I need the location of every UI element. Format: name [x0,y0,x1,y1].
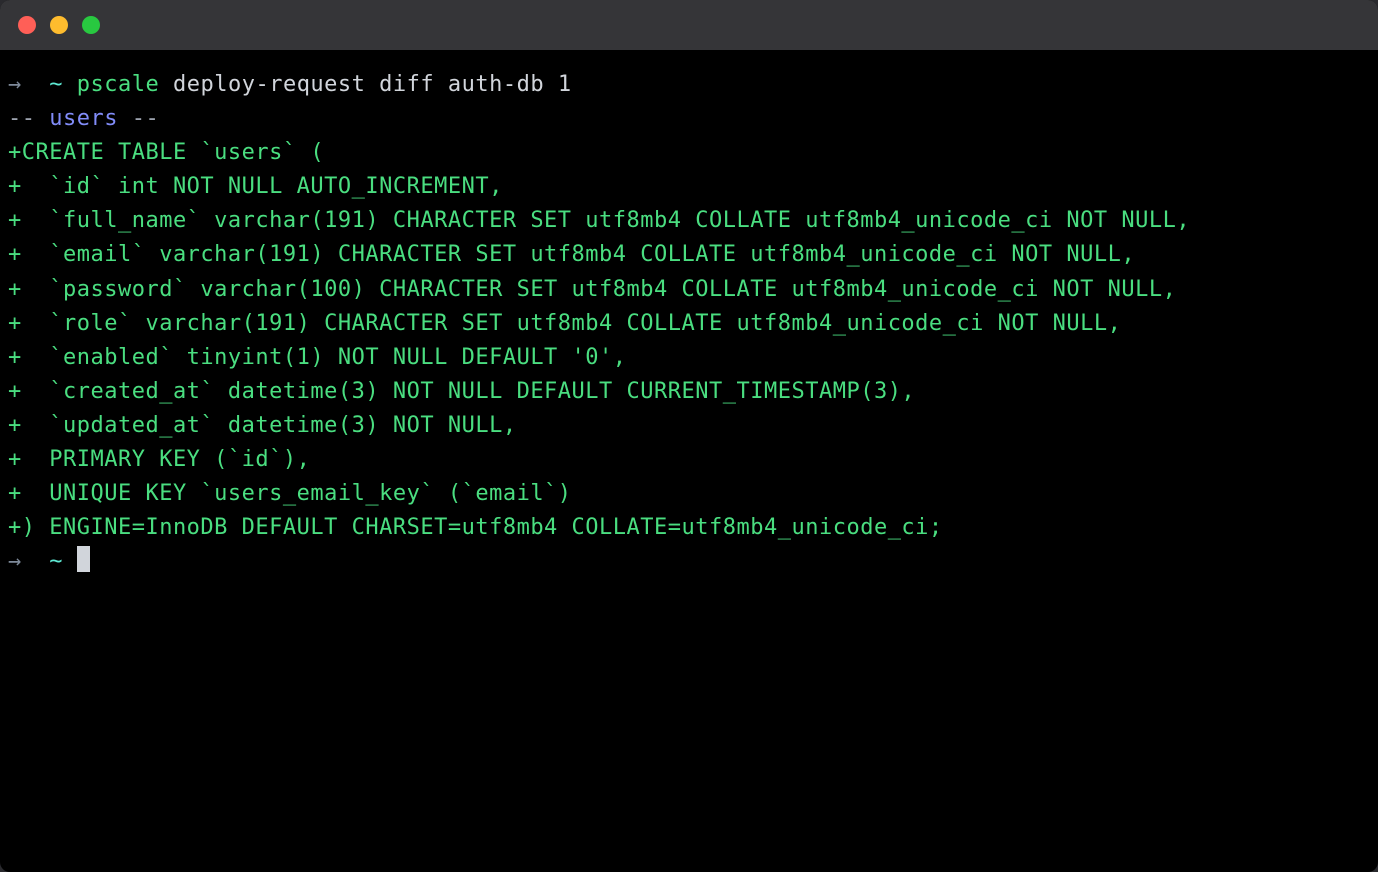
maximize-icon[interactable] [82,16,100,34]
diff-line: + `email` varchar(191) CHARACTER SET utf… [8,238,1370,272]
prompt-tilde: ~ [49,549,63,574]
diff-line: + `enabled` tinyint(1) NOT NULL DEFAULT … [8,341,1370,375]
close-icon[interactable] [18,16,36,34]
diff-header: -- users -- [8,102,1370,136]
diff-line: + `role` varchar(191) CHARACTER SET utf8… [8,307,1370,341]
minimize-icon[interactable] [50,16,68,34]
diff-line: + `password` varchar(100) CHARACTER SET … [8,273,1370,307]
prompt-arrow: → [8,72,22,97]
prompt-line: → ~ pscale deploy-request diff auth-db 1 [8,68,1370,102]
command-name: pscale [77,72,159,97]
cursor [77,546,90,572]
prompt-arrow: → [8,549,22,574]
header-dashes-suffix: -- [118,106,159,131]
diff-line: + `created_at` datetime(3) NOT NULL DEFA… [8,375,1370,409]
prompt-tilde: ~ [49,72,63,97]
title-bar [0,0,1378,50]
diff-line: + `full_name` varchar(191) CHARACTER SET… [8,204,1370,238]
diff-line: + `updated_at` datetime(3) NOT NULL, [8,409,1370,443]
header-dashes-prefix: -- [8,106,49,131]
command-args: deploy-request diff auth-db 1 [173,72,572,97]
diff-line: +) ENGINE=InnoDB DEFAULT CHARSET=utf8mb4… [8,511,1370,545]
prompt-line-2: → ~ [8,545,1370,579]
diff-line: + UNIQUE KEY `users_email_key` (`email`) [8,477,1370,511]
diff-line: +CREATE TABLE `users` ( [8,136,1370,170]
diff-line: + `id` int NOT NULL AUTO_INCREMENT, [8,170,1370,204]
terminal-body[interactable]: → ~ pscale deploy-request diff auth-db 1… [0,50,1378,872]
terminal-window: → ~ pscale deploy-request diff auth-db 1… [0,0,1378,872]
header-label: users [49,106,118,131]
diff-line: + PRIMARY KEY (`id`), [8,443,1370,477]
